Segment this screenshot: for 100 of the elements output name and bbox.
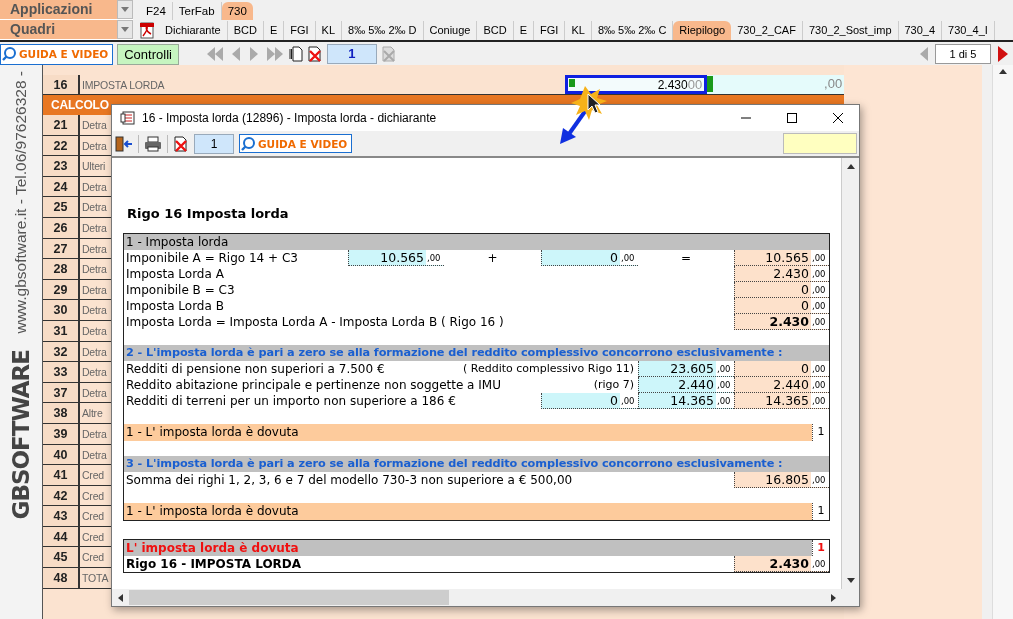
pdf-icon[interactable] bbox=[139, 22, 155, 39]
amount-value: 2.430 bbox=[773, 265, 810, 282]
amount-decimals: ,00 bbox=[716, 377, 734, 392]
form-tab[interactable]: Coniuge bbox=[423, 21, 478, 40]
section-header: 3 - L'imposta lorda è pari a zero se alla formazione del reddito complessivo concorrono esclusivamente : bbox=[124, 456, 829, 472]
form-tab[interactable]: BCD bbox=[477, 21, 514, 40]
page-indicator: 1 di 5 bbox=[935, 44, 991, 64]
row-note: (rigo 7) bbox=[593, 377, 635, 393]
row-number: 23 bbox=[42, 156, 80, 176]
amount-decimals: ,00 bbox=[811, 298, 829, 313]
section-header: 2 - L'imposta lorda è pari a zero se alla formazione del reddito complessivo concorrono esclusivamente : bbox=[124, 345, 829, 361]
scroll-right-icon[interactable] bbox=[831, 593, 836, 602]
record-number-field[interactable]: 1 bbox=[194, 133, 234, 154]
form-tab[interactable]: FGI bbox=[284, 21, 316, 40]
form-icon bbox=[120, 110, 136, 126]
delete-document-icon[interactable] bbox=[173, 135, 189, 152]
amount-value: 2.430 bbox=[769, 555, 810, 572]
amount-value: 16.805 bbox=[765, 471, 810, 488]
row-number: 16 bbox=[42, 75, 80, 94]
row-label: Detra bbox=[80, 200, 107, 216]
window-title: 16 - Imposta lorda (12896) - Imposta lorda - dichiarante bbox=[142, 111, 437, 125]
row-label: Detra bbox=[80, 344, 107, 360]
row-label: IMPOSTA LORDA bbox=[80, 78, 166, 93]
amount-decimals: ,00 bbox=[811, 556, 829, 571]
form-tab[interactable]: 730_2_Sost_imp bbox=[802, 21, 899, 40]
row-label: Reddito abitazione principale e pertinenze non soggette a IMU bbox=[125, 377, 502, 393]
amount-value: 10.565 bbox=[380, 249, 425, 266]
new-document-icon[interactable] bbox=[288, 46, 303, 62]
operator: = bbox=[679, 250, 693, 266]
dropdown-arrow-icon bbox=[121, 27, 129, 32]
row-label: Detra bbox=[80, 426, 107, 442]
scroll-down-icon[interactable] bbox=[846, 578, 855, 583]
row-label: Detra bbox=[80, 385, 107, 401]
maximize-icon[interactable] bbox=[786, 112, 798, 124]
printer-icon[interactable] bbox=[144, 135, 162, 152]
amount-decimals: ,00 bbox=[716, 393, 734, 408]
amount-decimals: ,00 bbox=[811, 266, 829, 281]
amount-value: 2.430 bbox=[769, 313, 810, 330]
row-label: Detra bbox=[80, 262, 107, 278]
row-number: 28 bbox=[42, 259, 80, 279]
amount-decimals: ,00 bbox=[811, 472, 829, 487]
form-tab[interactable]: E bbox=[263, 21, 285, 40]
scroll-up-icon[interactable] bbox=[999, 69, 1007, 74]
vertical-scrollbar[interactable] bbox=[841, 158, 859, 589]
scroll-up-icon[interactable] bbox=[846, 164, 855, 169]
contact-info: www.gbsoftware.it - Tel.06/97626328 - bbox=[11, 71, 30, 334]
row-label: Cred bbox=[80, 550, 104, 566]
form-tab[interactable]: 730_4_I bbox=[942, 21, 995, 40]
row-label: Somma dei righi 1, 2, 3, 6 e 7 del modello 730-3 non superiore a € 500,00 bbox=[125, 472, 574, 488]
row-label: Cred bbox=[80, 529, 104, 545]
section-menu-dropdown[interactable]: Quadri bbox=[0, 20, 133, 40]
form-tab[interactable]: KL bbox=[315, 21, 343, 40]
row-label: Detra bbox=[80, 282, 107, 298]
exit-door-icon[interactable] bbox=[115, 135, 133, 152]
horizontal-scrollbar[interactable] bbox=[112, 589, 859, 606]
row-number: 48 bbox=[42, 568, 80, 588]
row-number: 33 bbox=[42, 362, 80, 382]
row-label: Redditi di pensione non superiori a 7.500 € bbox=[125, 361, 386, 377]
record-number-field[interactable]: 1 bbox=[326, 44, 377, 64]
row-number: 45 bbox=[42, 547, 80, 568]
scroll-left-icon[interactable] bbox=[118, 593, 123, 602]
amount-value: 0 bbox=[801, 360, 810, 377]
row-label: Detra bbox=[80, 447, 107, 463]
form-tab[interactable]: Riepilogo bbox=[673, 21, 732, 40]
form-tab[interactable]: 730_4 bbox=[898, 21, 943, 40]
form-tab[interactable]: FGI bbox=[534, 21, 566, 40]
close-icon[interactable] bbox=[832, 112, 844, 124]
row-label: Detra bbox=[80, 138, 107, 154]
row-number: 41 bbox=[42, 465, 80, 485]
module-tab[interactable]: 730 bbox=[221, 2, 253, 20]
amount-decimals: ,00 bbox=[426, 250, 444, 265]
app-menu-dropdown[interactable]: Applicazioni bbox=[0, 0, 133, 20]
form-tab[interactable]: Dichiarante bbox=[159, 21, 228, 40]
vertical-scrollbar[interactable] bbox=[992, 65, 1013, 619]
amount-field[interactable]: 2.43000 bbox=[565, 75, 708, 94]
form-tab[interactable]: 730_2_CAF bbox=[731, 21, 803, 40]
delete-document-icon[interactable] bbox=[306, 46, 323, 62]
form-tab[interactable]: 8‰ 5‰ 2‰ D bbox=[342, 21, 424, 40]
amount-value: 0 bbox=[801, 281, 810, 298]
form-tab[interactable]: KL bbox=[565, 21, 592, 40]
alert-flag: 1 bbox=[812, 540, 829, 556]
brand-logo: GBSOFTWARE bbox=[7, 349, 34, 519]
amount-decimals: ,00 bbox=[811, 250, 829, 265]
alert-label: L' imposta lorda è dovuta bbox=[125, 540, 300, 556]
next-page-icon[interactable] bbox=[997, 46, 1009, 62]
outcome-label: 1 - L' imposta lorda è dovuta bbox=[125, 424, 300, 441]
page-heading: Rigo 16 Imposta lorda bbox=[126, 206, 290, 221]
module-tab[interactable]: TerFab bbox=[172, 2, 222, 20]
row-label: Detra bbox=[80, 220, 107, 236]
form-tab[interactable]: BCD bbox=[227, 21, 264, 40]
module-tab[interactable]: F24 bbox=[140, 2, 173, 20]
amount-decimals: ,00 bbox=[811, 314, 829, 329]
amount-value: 14.365 bbox=[765, 392, 810, 409]
checks-button[interactable]: Controlli bbox=[117, 43, 179, 65]
amount-value: 23.605 bbox=[670, 360, 715, 377]
row-label: Detra bbox=[80, 179, 107, 195]
amount-decimals: ,00 bbox=[811, 393, 829, 408]
amount-value: 10.565 bbox=[765, 249, 810, 266]
section-header: 1 - Imposta lorda bbox=[124, 234, 829, 250]
form-tab[interactable]: E bbox=[513, 21, 535, 40]
